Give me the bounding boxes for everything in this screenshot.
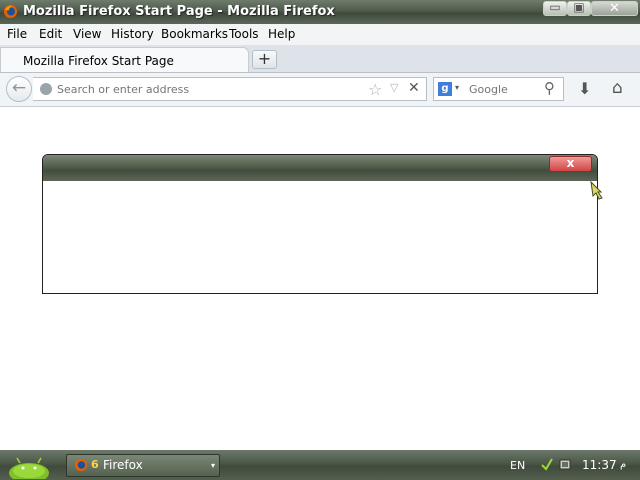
search-input[interactable] [469, 82, 539, 97]
address-input[interactable] [57, 81, 357, 97]
address-bar[interactable]: ☆ ▽ ✕ [33, 77, 427, 101]
menu-history[interactable]: History [111, 27, 154, 41]
menu-edit[interactable]: Edit [39, 27, 62, 41]
clock[interactable]: 11:37 [582, 458, 617, 472]
tab-label: Mozilla Firefox Start Page [23, 54, 174, 68]
firefox-icon [74, 458, 88, 472]
network-tray-icon[interactable] [540, 457, 554, 471]
tab-strip: Mozilla Firefox Start Page + [0, 45, 640, 73]
menu-bookmarks[interactable]: Bookmarks [161, 27, 228, 41]
globe-icon [40, 83, 52, 95]
dialog-close-button[interactable]: x [549, 156, 592, 172]
minimize-icon: ▭ [549, 0, 561, 14]
taskbar-firefox-label: Firefox [103, 458, 143, 472]
language-indicator[interactable]: EN [510, 459, 525, 472]
taskbar: 6 Firefox ▾ EN 11:37 م [0, 450, 640, 480]
home-icon[interactable]: ⌂ [612, 78, 623, 98]
resize-cursor-icon [590, 180, 603, 200]
firefox-logo-icon [3, 4, 18, 19]
tab-start-page[interactable]: Mozilla Firefox Start Page [0, 47, 249, 72]
chevron-down-icon: ▾ [211, 461, 216, 470]
new-tab-button[interactable]: + [252, 50, 277, 69]
clock-period: م [620, 459, 627, 470]
start-menu-android-icon[interactable] [4, 451, 54, 479]
download-icon[interactable]: ⬇ [578, 79, 591, 98]
search-bar[interactable]: g ▾ ⚲ [433, 77, 564, 101]
dialog-window: x [42, 154, 598, 294]
menu-file[interactable]: File [7, 27, 27, 41]
maximize-button[interactable]: ▣ [567, 0, 591, 16]
stop-icon[interactable]: ✕ [408, 80, 420, 96]
magnifier-icon[interactable]: ⚲ [544, 79, 555, 97]
window-title: Mozilla Firefox Start Page - Mozilla Fir… [23, 4, 335, 19]
google-icon[interactable]: g [438, 82, 452, 96]
device-tray-icon[interactable] [558, 457, 572, 471]
window-titlebar[interactable]: Mozilla Firefox Start Page - Mozilla Fir… [0, 0, 640, 24]
close-icon: ✕ [609, 1, 620, 16]
window-count-badge: 6 [91, 458, 99, 471]
taskbar-firefox-button[interactable]: 6 Firefox ▾ [66, 454, 220, 477]
history-dropdown-icon[interactable]: ▽ [390, 81, 398, 94]
back-button[interactable]: ← [6, 76, 32, 102]
search-engine-dropdown-icon[interactable]: ▾ [455, 83, 459, 92]
menu-tools[interactable]: Tools [229, 27, 259, 41]
bookmark-star-icon[interactable]: ☆ [368, 80, 382, 99]
maximize-icon: ▣ [573, 0, 585, 14]
menu-bar: File Edit View History Bookmarks Tools H… [0, 24, 640, 45]
dialog-titlebar[interactable]: x [43, 155, 597, 181]
menu-view[interactable]: View [73, 27, 101, 41]
navigation-toolbar: ← ☆ ▽ ✕ g ▾ ⚲ ⬇ ⌂ [0, 73, 640, 107]
menu-help[interactable]: Help [268, 27, 295, 41]
close-window-button[interactable]: ✕ [591, 1, 638, 16]
minimize-button[interactable]: ▭ [543, 0, 567, 16]
